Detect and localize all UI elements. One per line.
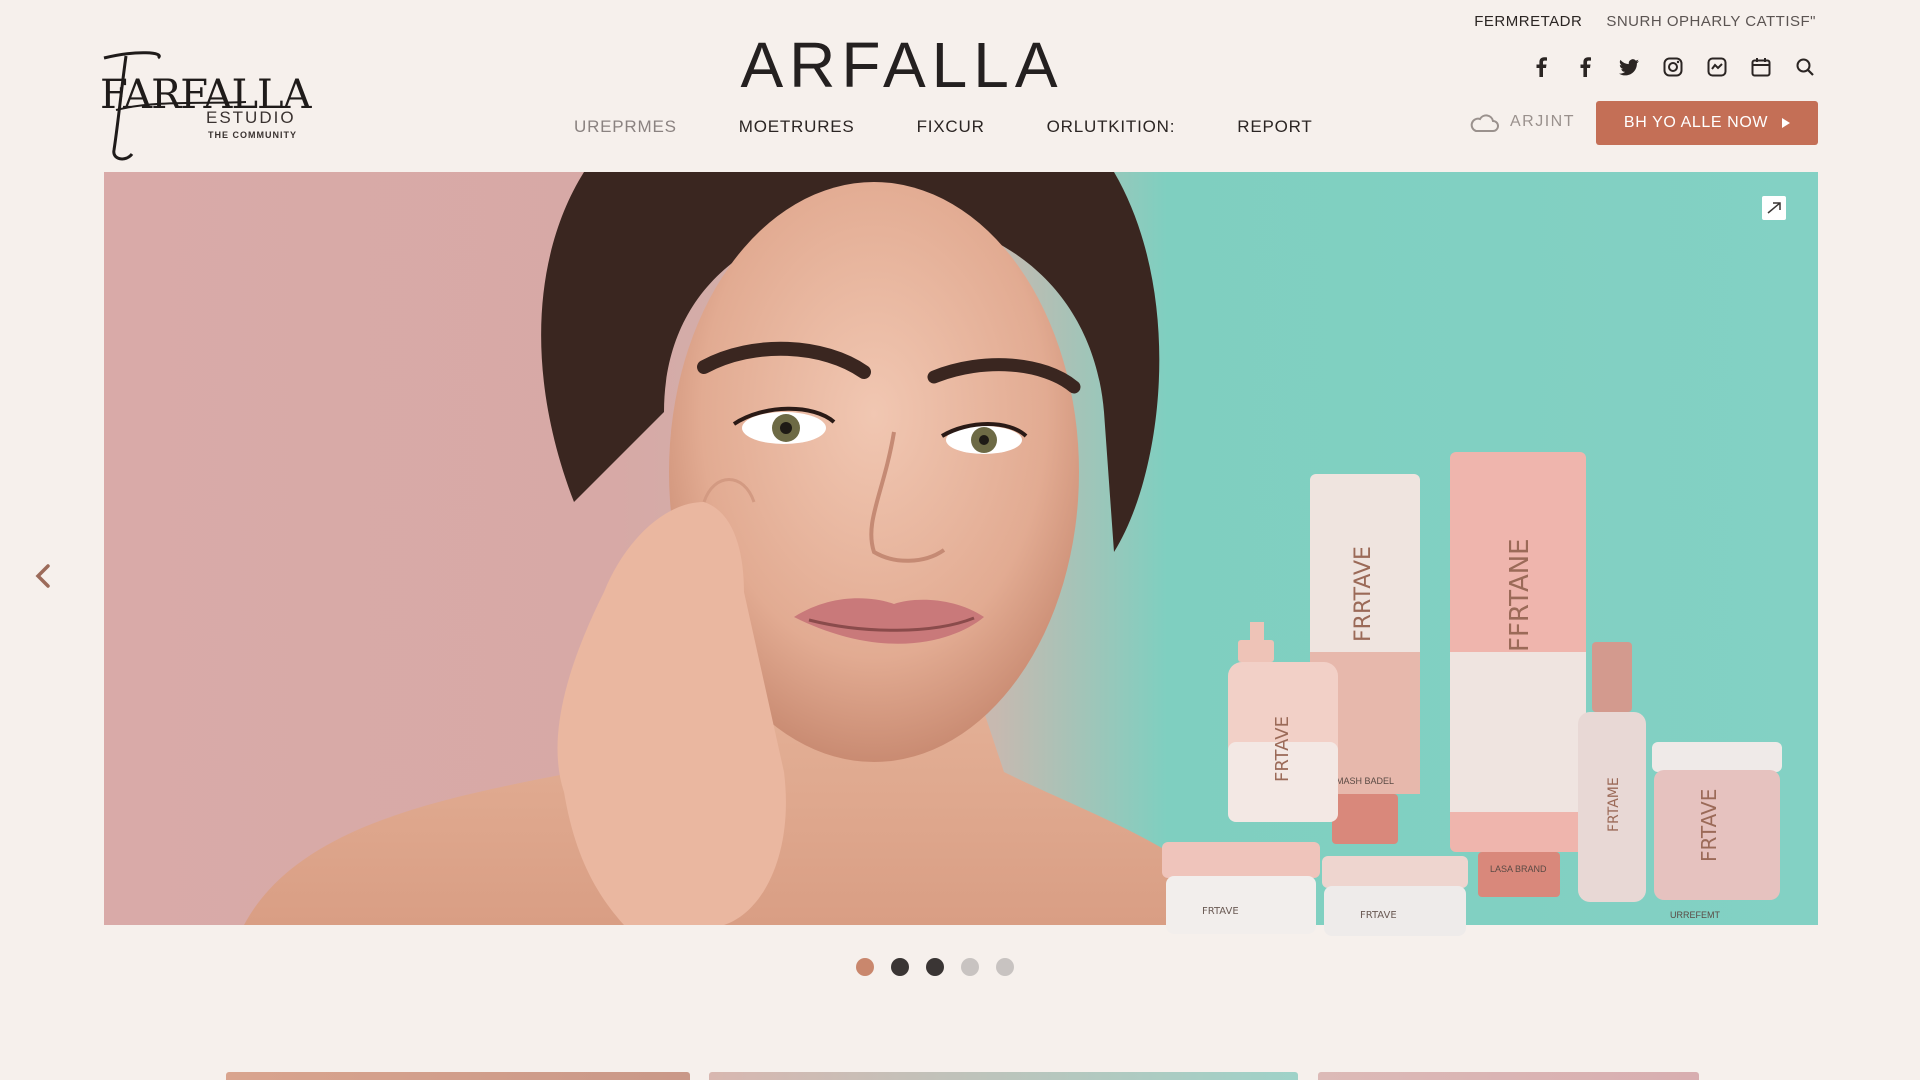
svg-text:URREFEMT: URREFEMT [1670,910,1720,920]
svg-text:FRTAVE: FRTAVE [1202,906,1239,917]
nav-item-2[interactable]: MOETRURES [739,117,855,137]
brand-title: ARFALLA [740,29,1064,101]
product-jar-right: FRTAVE URREFEMT [1652,742,1782,920]
play-arrow-icon [1782,118,1791,128]
messenger-icon[interactable] [1704,54,1730,80]
facebook-icon[interactable] [1572,54,1598,80]
carousel-prev-arrow[interactable] [30,562,58,590]
twitter-icon[interactable] [1616,54,1642,80]
carousel-dots [856,958,1014,976]
shop-now-button[interactable]: BH YO ALLE NOW [1596,101,1818,145]
nav-item-3[interactable]: FIXCUR [917,117,985,137]
account-link[interactable]: ARJINT [1468,110,1575,134]
search-icon[interactable] [1792,54,1818,80]
cta-label: BH YO ALLE NOW [1623,114,1769,131]
svg-text:LASA BRAND: LASA BRAND [1490,864,1547,874]
product-group: FRRTAVE MASH BADEL FFRTANE LASA BRAND FR… [1160,452,1800,952]
preview-card-2[interactable] [709,1072,1298,1080]
utility-link-2[interactable]: SNURH OPHARLY CATTISF" [1606,13,1816,30]
logo-tagline: THE COMMUNITY [208,130,297,140]
svg-text:FRRTAVE: FRRTAVE [1351,546,1376,642]
nav-item-5[interactable]: REPORT [1237,117,1312,137]
logo-subtitle: ESTUDIO [206,108,296,127]
utility-link-1[interactable]: FERMRETADR [1474,13,1582,30]
utility-links: FERMRETADR SNURH OPHARLY CATTISF" [1474,13,1816,30]
svg-text:FFRTANE: FFRTANE [1505,538,1535,652]
expand-icon[interactable] [1762,196,1786,220]
carousel-dot-2[interactable] [891,958,909,976]
product-serum-bottle: FRTAME [1578,642,1646,902]
social-icons [1528,54,1818,80]
carousel-dot-1[interactable] [856,958,874,976]
svg-text:FRTAVE: FRTAVE [1360,910,1397,921]
cloud-icon [1470,114,1499,132]
facebook-icon[interactable] [1528,54,1554,80]
nav-item-4[interactable]: ORLUTKITION: [1047,117,1176,137]
svg-text:FRTAVE: FRTAVE [1272,716,1293,782]
account-label: ARJINT [1510,113,1575,130]
site-logo[interactable]: FARFALLA ESTUDIO THE COMMUNITY [96,44,311,164]
main-nav: UREPRMES MOETRURES FIXCUR ORLUTKITION: R… [574,117,1375,137]
svg-text:MASH BADEL: MASH BADEL [1336,776,1394,786]
preview-card-1[interactable] [226,1072,690,1080]
svg-text:FRTAVE: FRTAVE [1697,789,1721,862]
carousel-dot-4[interactable] [961,958,979,976]
nav-item-1[interactable]: UREPRMES [574,117,677,137]
calendar-icon[interactable] [1748,54,1774,80]
svg-text:FRTAME: FRTAME [1606,777,1622,832]
instagram-icon[interactable] [1660,54,1686,80]
carousel-dot-5[interactable] [996,958,1014,976]
product-tube-2: FFRTANE LASA BRAND [1450,452,1586,897]
carousel-dot-3[interactable] [926,958,944,976]
product-jar-middle: FRTAVE [1322,856,1468,936]
preview-card-3[interactable] [1318,1072,1699,1080]
product-jar-left: FRTAVE [1162,842,1320,934]
